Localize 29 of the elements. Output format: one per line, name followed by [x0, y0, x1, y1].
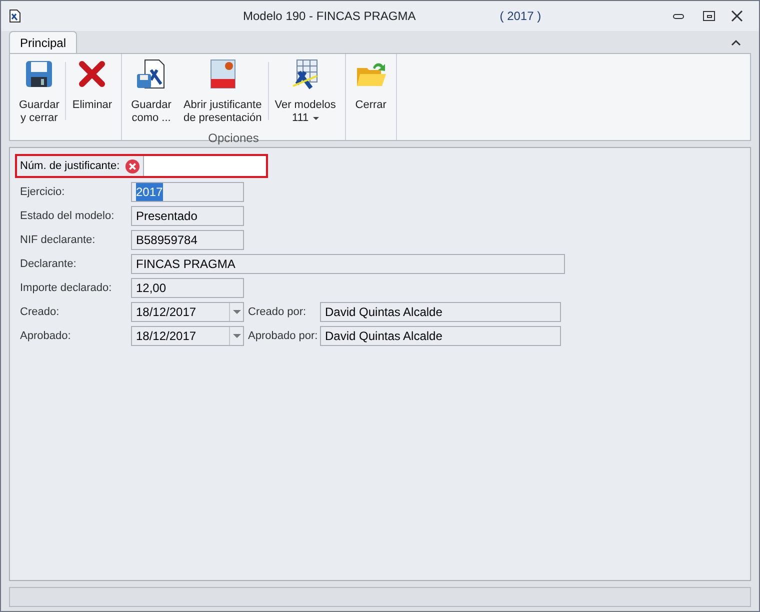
date-dropdown[interactable]: 18/12/2017: [131, 302, 244, 322]
ribbon-button[interactable]: Cerrar: [348, 54, 393, 116]
ribbon-button[interactable]: Ver modelos 111: [268, 54, 342, 129]
ribbon-tab[interactable]: Principal: [9, 31, 78, 53]
window-title: Modelo 190 - FINCAS PRAGMA: [243, 8, 416, 25]
text-field[interactable]: David Quintas Alcalde: [320, 302, 561, 322]
field-label: Declarante:: [20, 256, 78, 272]
field-label: Aprobado:: [20, 328, 72, 344]
group-label: Opciones: [208, 130, 259, 147]
field-label: Aprobado por:: [247, 328, 319, 344]
field-label: Estado del modelo:: [20, 208, 116, 224]
ribbon-button[interactable]: Guardar y cerrar: [13, 54, 66, 129]
ribbon-button[interactable]: Eliminar: [66, 54, 118, 116]
text-field[interactable]: 2017: [131, 182, 244, 202]
date-dropdown[interactable]: 18/12/2017: [131, 326, 244, 346]
field-label: Creado por:: [247, 304, 308, 320]
text-field[interactable]: 12,00: [131, 278, 244, 298]
field-label: Importe declarado:: [20, 280, 113, 296]
window-subtitle: ( 2017 ): [500, 8, 542, 25]
field-label: Núm. de justificante:: [20, 158, 121, 174]
field-label: Creado:: [20, 304, 60, 320]
field-label: Ejercicio:: [20, 184, 66, 200]
text-field[interactable]: Presentado: [131, 206, 244, 226]
text-field[interactable]: B58959784: [131, 230, 244, 250]
ribbon-button[interactable]: Guardar como ...: [125, 54, 178, 129]
ribbon-button[interactable]: Abrir justificante de presentación: [177, 54, 268, 129]
text-field[interactable]: FINCAS PRAGMA: [131, 254, 565, 274]
text-field[interactable]: David Quintas Alcalde: [320, 326, 561, 346]
field-label: NIF declarante:: [20, 232, 96, 248]
